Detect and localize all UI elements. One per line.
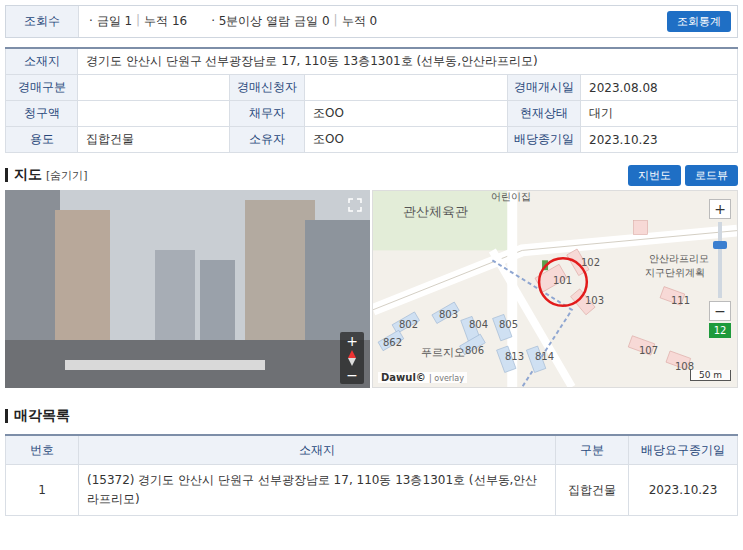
hide-toggle[interactable]: [숨기기] <box>46 168 88 183</box>
info-value: 조OO <box>305 101 508 127</box>
map-area: +−관산체육관어린이집10110210311110710886280280380… <box>5 190 738 388</box>
zoom-thumb[interactable] <box>713 241 727 249</box>
map-label: 103 <box>585 295 604 306</box>
map-mode-button[interactable]: 지번도 <box>628 165 681 186</box>
info-value <box>78 101 230 127</box>
column-header: 구분 <box>556 435 629 465</box>
info-row: 경매구분 경매신청자 경매개시일2023.08.08 <box>6 75 738 101</box>
column-header: 번호 <box>6 435 79 465</box>
info-label: 배당종기일 <box>508 127 581 153</box>
cell-address: (15372) 경기도 안산시 단원구 선부광장남로 17, 110동 13층1… <box>79 465 556 516</box>
view-stats-button[interactable]: 조회통계 <box>667 11 731 32</box>
zoom-out-button[interactable]: − <box>346 366 358 384</box>
target-marker <box>539 258 587 306</box>
sale-table: 번호소재지구분배당요구종기일1(15372) 경기도 안산시 단원구 선부광장남… <box>5 434 738 516</box>
section-title: 매각목록 <box>5 407 70 425</box>
cell-no: 1 <box>6 465 79 516</box>
map-label: 어린이집 <box>491 191 531 202</box>
section-title: 지도 [숨기기] <box>5 166 88 184</box>
table-header: 번호소재지구분배당요구종기일 <box>6 435 738 465</box>
map-label: 813 <box>505 351 524 362</box>
zoom-level: 12 <box>709 323 731 338</box>
zoom-slider[interactable] <box>718 222 722 298</box>
map-label: 804 <box>469 319 488 330</box>
info-value: 경기도 안산시 단원구 선부광장남로 17, 110동 13층1301호 (선부… <box>78 48 738 75</box>
cell-type: 집합건물 <box>556 465 629 516</box>
info-value <box>78 75 230 101</box>
expand-icon[interactable] <box>348 198 362 212</box>
map-label: 803 <box>439 309 458 320</box>
zoom-out-button[interactable]: − <box>709 301 731 321</box>
map-label: 푸르지오 <box>421 347 465 359</box>
info-label: 경매신청자 <box>230 75 305 101</box>
info-value: 대기 <box>581 101 738 127</box>
info-label: 소유자 <box>230 127 305 153</box>
zoom-in-button[interactable]: + <box>346 332 358 350</box>
map-label: 862 <box>383 337 402 348</box>
view-count-bar: 조회수 · 금일 1|누적 16 · 5분이상 열람 금일 0|누적 0 조회통계 <box>5 5 738 38</box>
view-count-label: 조회수 <box>6 6 79 37</box>
auction-detail: 조회수 · 금일 1|누적 16 · 5분이상 열람 금일 0|누적 0 조회통계소재… <box>0 0 743 550</box>
map-label: 관산체육관 <box>403 205 468 219</box>
info-row: 용도집합건물소유자조OO배당종기일2023.10.23 <box>6 127 738 153</box>
info-value: 2023.08.08 <box>581 75 738 101</box>
map-label: 802 <box>399 319 418 330</box>
info-table: 소재지경기도 안산시 단원구 선부광장남로 17, 110동 13층1301호 … <box>5 47 738 153</box>
map-scale: 50 m <box>690 370 731 381</box>
table-row[interactable]: 1(15372) 경기도 안산시 단원구 선부광장남로 17, 110동 13층… <box>6 465 738 516</box>
info-label: 소재지 <box>6 48 78 75</box>
compass-icon[interactable] <box>346 350 358 366</box>
info-label: 채무자 <box>230 101 305 127</box>
map-label: 805 <box>499 319 518 330</box>
column-header: 배당요구종기일 <box>629 435 738 465</box>
info-label: 청구액 <box>6 101 78 127</box>
column-header: 소재지 <box>79 435 556 465</box>
map-label: 806 <box>465 345 484 356</box>
street-photo <box>5 190 370 388</box>
street-view[interactable]: +− <box>5 190 370 388</box>
map-heading: 지도 [숨기기] 지번도로드뷰 <box>5 165 738 185</box>
zoom-in-button[interactable]: + <box>709 199 731 219</box>
info-row: 소재지경기도 안산시 단원구 선부광장남로 17, 110동 13층1301호 … <box>6 48 738 75</box>
info-row: 청구액 채무자조OO현재상태대기 <box>6 101 738 127</box>
info-value: 2023.10.23 <box>581 127 738 153</box>
view-stat: · 5분이상 열람 금일 0|누적 0 <box>211 13 377 30</box>
map-mode-button[interactable]: 로드뷰 <box>685 165 738 186</box>
info-label: 현재상태 <box>508 101 581 127</box>
cell-deadline: 2023.10.23 <box>629 465 738 516</box>
view-stats: · 금일 1|누적 16 · 5분이상 열람 금일 0|누적 0 <box>79 13 667 30</box>
info-value <box>305 75 508 101</box>
map-label: 지구단위계획 <box>645 267 705 278</box>
list-heading: 매각목록 <box>5 406 738 426</box>
map-label: 102 <box>581 257 600 268</box>
street-zoom: +− <box>340 332 364 384</box>
map-view[interactable]: 관산체육관어린이집1011021031111071088628028038048… <box>372 190 738 388</box>
info-label: 경매개시일 <box>508 75 581 101</box>
map-logo: Dawul© | overlay <box>378 372 467 383</box>
info-value: 집합건물 <box>78 127 230 153</box>
map-label: 111 <box>671 295 690 306</box>
map-label: 안산라프리모 <box>649 253 709 264</box>
info-label: 용도 <box>6 127 78 153</box>
view-stat: · 금일 1|누적 16 <box>89 13 187 30</box>
info-value: 조OO <box>305 127 508 153</box>
info-label: 경매구분 <box>6 75 78 101</box>
map-label: 101 <box>553 275 572 286</box>
map-label: 814 <box>535 351 554 362</box>
map-label: 107 <box>639 345 658 356</box>
map-zoom: + − 12 <box>709 199 731 338</box>
